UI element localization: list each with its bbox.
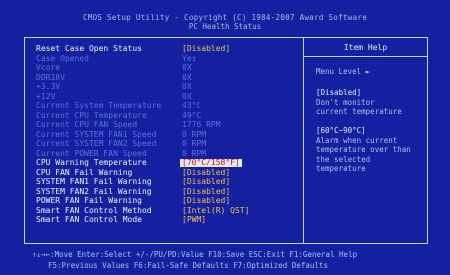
setting-label: CPU Warning Temperature (36, 158, 147, 167)
help-line: [60°C~90°C] (316, 126, 366, 135)
setting-label: Smart FAN Control Mode (36, 215, 142, 224)
page-title: PC Health Status (188, 22, 262, 31)
setting-label: +3.3V (36, 82, 61, 91)
setting-label: Case Opened (36, 53, 89, 63)
setting-label: Smart FAN Control Method (36, 205, 152, 215)
setting-label: Current SYSTEM FAN1 Speed (36, 129, 157, 139)
setting-label: Current CPU FAN Speed (36, 120, 138, 129)
help-line: Alarm when current (316, 135, 398, 145)
setting-label: +12V (36, 91, 56, 101)
item-help-title: Item Help (343, 43, 388, 52)
setting-value: 49°C (182, 110, 202, 120)
setting-value[interactable]: [PWM] (182, 216, 206, 224)
menu-level-label: Menu Level ► (316, 67, 371, 76)
setting-value[interactable]: [Disabled] (182, 197, 230, 205)
help-title-divider (304, 56, 427, 57)
help-line: the selected (316, 154, 371, 164)
setting-value[interactable]: [Disabled] (182, 187, 230, 196)
help-line: temperature over than (316, 145, 411, 154)
setting-value: 1776 RPM (182, 120, 221, 129)
setting-value[interactable]: [Disabled] (182, 178, 230, 186)
setting-value: 0X (182, 72, 192, 82)
setting-value: 0X (182, 63, 192, 72)
help-line: temperature (316, 164, 366, 173)
window-title: CMOS Setup Utility - Copyright (C) 1984-… (82, 13, 368, 22)
setting-label: Current System Temperature (36, 101, 162, 110)
help-line: current temperature (316, 107, 402, 116)
setting-label: DDR18V (36, 72, 65, 82)
setting-label: SYSTEM FAN2 Fail Warning (36, 186, 152, 196)
setting-value: Yes (182, 53, 197, 63)
setting-label: Current POWER FAN Speed (36, 148, 147, 158)
panel-divider (303, 37, 304, 244)
setting-label: Vcore (36, 63, 61, 72)
setting-label: SYSTEM FAN1 Fail Warning (36, 177, 152, 186)
setting-value[interactable]: [Intel(R) QST] (182, 206, 249, 215)
setting-label: POWER FAN Fail Warning (36, 196, 142, 205)
help-line: [Disabled] (316, 88, 362, 97)
setting-value: 43°C (182, 101, 202, 110)
bios-screen: CMOS Setup Utility - Copyright (C) 1984-… (0, 0, 450, 275)
setting-value: 0 RPM (182, 129, 207, 139)
setting-value: 0X (182, 91, 192, 101)
key-help-line-2: F5:Previous Values F6:Fail-Safe Defaults… (48, 261, 328, 270)
setting-value: 0X (182, 82, 192, 91)
key-help-line-1: ↑↓→←:Move Enter:Select +/-/PU/PD:Value F… (32, 250, 358, 259)
setting-label: Reset Case Open Status (36, 44, 142, 53)
setting-label: CPU FAN Fail Warning (36, 167, 133, 177)
setting-value[interactable]: [Disabled] (182, 168, 230, 177)
setting-label: Current SYSTEM FAN2 Speed (36, 139, 157, 148)
setting-value: 0 RPM (182, 139, 207, 148)
setting-value-selected[interactable]: [70°C/158°F] (180, 159, 242, 167)
setting-value: 0 RPM (182, 148, 207, 158)
help-line: Don't monitor (316, 97, 375, 107)
setting-label: Current CPU Temperature (36, 110, 147, 120)
setting-value[interactable]: [Disabled] (182, 45, 230, 53)
